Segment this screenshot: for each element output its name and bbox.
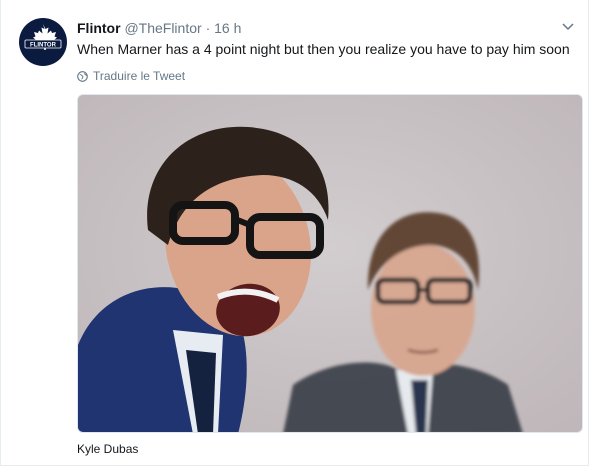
photo-image bbox=[78, 95, 582, 432]
avatar[interactable]: FLINTOR bbox=[19, 18, 67, 66]
globe-icon bbox=[77, 70, 88, 82]
tweet-photo[interactable] bbox=[77, 94, 583, 433]
author-handle[interactable]: @TheFlintor bbox=[124, 20, 201, 36]
tweet-text: When Marner has a 4 point night but then… bbox=[77, 41, 570, 57]
tweet-timestamp[interactable]: 16 h bbox=[214, 20, 241, 36]
maple-leaf-icon: FLINTOR bbox=[24, 24, 62, 50]
translate-tweet-link[interactable]: Traduire le Tweet bbox=[77, 68, 185, 84]
photo-tag-caption[interactable]: Kyle Dubas bbox=[77, 441, 138, 457]
tweet-card[interactable]: FLINTOR Flintor @TheFlintor · 16 h When … bbox=[0, 0, 589, 466]
avatar-wordmark: FLINTOR bbox=[30, 42, 57, 48]
separator-dot: · bbox=[205, 20, 211, 36]
author-name[interactable]: Flintor bbox=[77, 20, 121, 36]
translate-label: Traduire le Tweet bbox=[93, 69, 186, 83]
chevron-down-icon[interactable] bbox=[562, 21, 574, 33]
tweet-header: Flintor @TheFlintor · 16 h bbox=[77, 19, 574, 37]
